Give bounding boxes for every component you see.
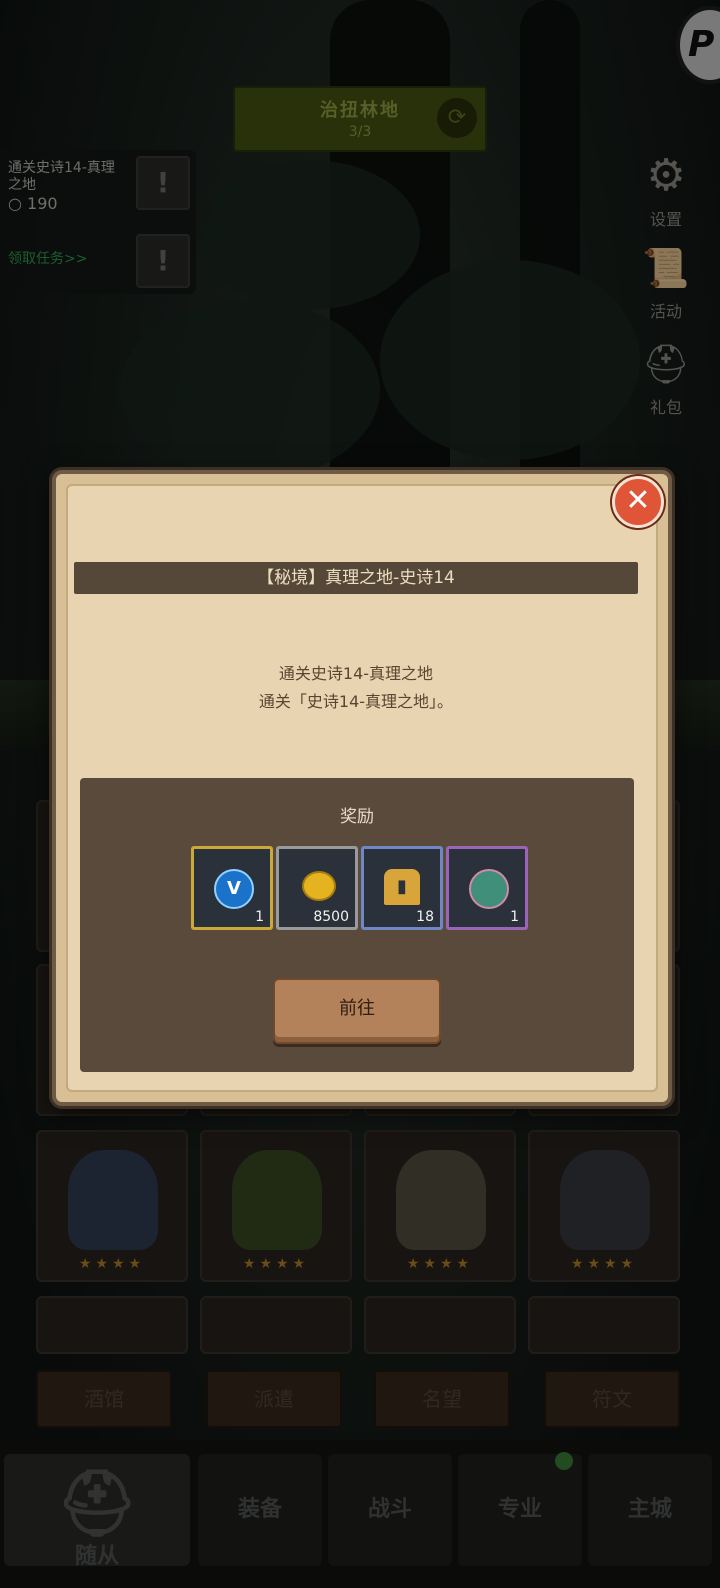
rewards-title: 奖励	[340, 807, 374, 827]
green-egg-icon	[469, 869, 509, 909]
close-icon[interactable]: ✕	[612, 476, 664, 528]
gold-coin-icon	[302, 871, 336, 901]
modal-title: 【秘境】真理之地-史诗14	[74, 562, 638, 594]
description-line-1: 通关史诗14-真理之地	[278, 664, 434, 683]
reward-qty: 8500	[313, 909, 349, 925]
reward-qty: 18	[416, 909, 434, 925]
description-line-2: 通关「史诗14-真理之地」。	[258, 692, 454, 711]
reward-qty: 1	[255, 909, 264, 925]
reward-qty: 1	[510, 909, 519, 925]
go-button[interactable]: 前往	[273, 978, 441, 1044]
modal-description: 通关史诗14-真理之地 通关「史诗14-真理之地」。	[74, 660, 638, 716]
reward-item[interactable]: 1	[446, 846, 528, 930]
helmet-icon: ▮	[384, 869, 420, 905]
reward-item[interactable]: 8500	[276, 846, 358, 930]
blue-orb-icon: V	[214, 869, 254, 909]
reward-item[interactable]: V 1	[191, 846, 273, 930]
reward-item[interactable]: ▮ 18	[361, 846, 443, 930]
